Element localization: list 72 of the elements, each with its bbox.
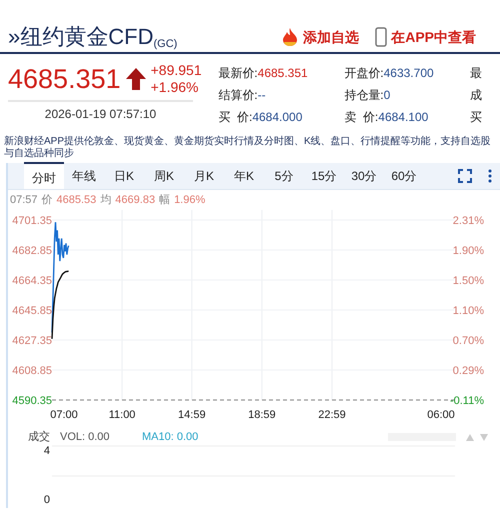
header-link[interactable]: 在APP中查看 bbox=[391, 26, 476, 48]
quote-label: 买 bbox=[470, 109, 482, 126]
last-price: 4685.351 bbox=[8, 64, 121, 94]
fullscreen-icon[interactable] bbox=[458, 168, 472, 182]
notice-text: 新浪财经APP提供伦敦金、现货黄金、黄金期货实时行情及分时图、K线、盘口、行情提醒等功能，支持自选股与自选品种同步 bbox=[3, 136, 492, 161]
quote-label: 开盘价: bbox=[344, 65, 384, 82]
price-change: +89.951 bbox=[150, 62, 202, 79]
price-tick: 4627.35 bbox=[12, 335, 52, 347]
quote-value: 4684.100 bbox=[378, 109, 428, 126]
volume-tick: 4 bbox=[44, 445, 50, 457]
time-label: 14:59 bbox=[178, 409, 206, 421]
info-label: 幅 bbox=[159, 194, 170, 206]
quote-label: 结算价: bbox=[218, 87, 258, 104]
quote-value: 4684.000 bbox=[252, 109, 302, 126]
quote-value: -- bbox=[258, 87, 266, 104]
info-time: 07:57 bbox=[10, 194, 38, 206]
price-tick: 4608.85 bbox=[12, 365, 52, 377]
quote-value: 4685.351 bbox=[258, 65, 308, 82]
scroll-down-icon[interactable] bbox=[480, 434, 488, 441]
header-link[interactable]: 添加自选 bbox=[303, 26, 360, 48]
percent-tick: 1.10% bbox=[452, 305, 484, 317]
marker-glyph: » bbox=[8, 24, 20, 50]
time-label: 22:59 bbox=[318, 409, 346, 421]
volume-tick: 0 bbox=[44, 494, 50, 506]
percent-tick: 0.70% bbox=[452, 335, 484, 347]
chart-tab[interactable]: 月K bbox=[184, 162, 224, 189]
volume-reading: VOL: 0.00 bbox=[60, 431, 110, 443]
chart-tab[interactable]: 分时 bbox=[24, 162, 64, 189]
more-icon[interactable] bbox=[488, 168, 492, 182]
info-label: 均 bbox=[100, 194, 112, 206]
info-value: 4685.53 bbox=[56, 194, 96, 206]
quote-label: 持仓量: bbox=[344, 87, 384, 104]
timestamp: 2026-01-19 07:57:10 bbox=[8, 100, 193, 123]
chart-tab[interactable]: 5分 bbox=[264, 162, 304, 189]
time-label: 11:00 bbox=[108, 409, 136, 421]
info-value: 1.96% bbox=[174, 194, 206, 206]
phone-icon bbox=[375, 27, 388, 47]
chart-tab[interactable]: 周K bbox=[144, 162, 184, 189]
quote-value: 0 bbox=[384, 87, 390, 104]
percent-tick: 2.31% bbox=[452, 215, 484, 227]
price-tick: 4645.85 bbox=[12, 305, 52, 317]
quote-label: 最 bbox=[470, 65, 482, 82]
info-label: 价 bbox=[42, 194, 53, 206]
page-title: 纽约黄金CFD$_{(GC)}$ bbox=[20, 24, 178, 50]
price-tick: 4664.35 bbox=[12, 275, 52, 287]
chart-tab[interactable]: 年线 bbox=[64, 162, 104, 189]
time-label: 06:00 bbox=[427, 409, 455, 421]
percent-tick: -0.11% bbox=[450, 395, 484, 407]
time-label: 18:59 bbox=[248, 409, 276, 421]
chart-tab[interactable]: 60分 bbox=[384, 162, 424, 189]
percent-tick: 1.50% bbox=[452, 275, 484, 287]
percent-tick: 0.29% bbox=[452, 365, 484, 377]
price-tick: 4682.85 bbox=[12, 245, 52, 257]
chart-tab[interactable]: 日K bbox=[104, 162, 144, 189]
chart-tab[interactable]: 15分 bbox=[304, 162, 344, 189]
chart-tab[interactable]: 30分 bbox=[344, 162, 384, 189]
quote-label: 买 价: bbox=[218, 109, 252, 126]
quote-label: 成 bbox=[470, 87, 482, 104]
quote-value: 4633.700 bbox=[384, 65, 434, 82]
volume-title: 成交 bbox=[28, 431, 50, 443]
price-tick: 4590.35 bbox=[12, 395, 52, 407]
price-tick: 4701.35 bbox=[12, 215, 52, 227]
chart-tab[interactable]: 年K bbox=[224, 162, 264, 189]
percent-change: +1.96% bbox=[150, 79, 200, 96]
time-label: 07:00 bbox=[50, 409, 78, 421]
quote-label: 卖 价: bbox=[344, 109, 378, 126]
scroll-up-icon[interactable] bbox=[466, 434, 474, 441]
info-value: 4669.83 bbox=[115, 194, 156, 206]
ma-reading: MA10: 0.00 bbox=[142, 431, 198, 443]
percent-tick: 1.90% bbox=[452, 245, 484, 257]
flame-icon bbox=[281, 27, 300, 47]
quote-label: 最新价: bbox=[218, 65, 258, 82]
